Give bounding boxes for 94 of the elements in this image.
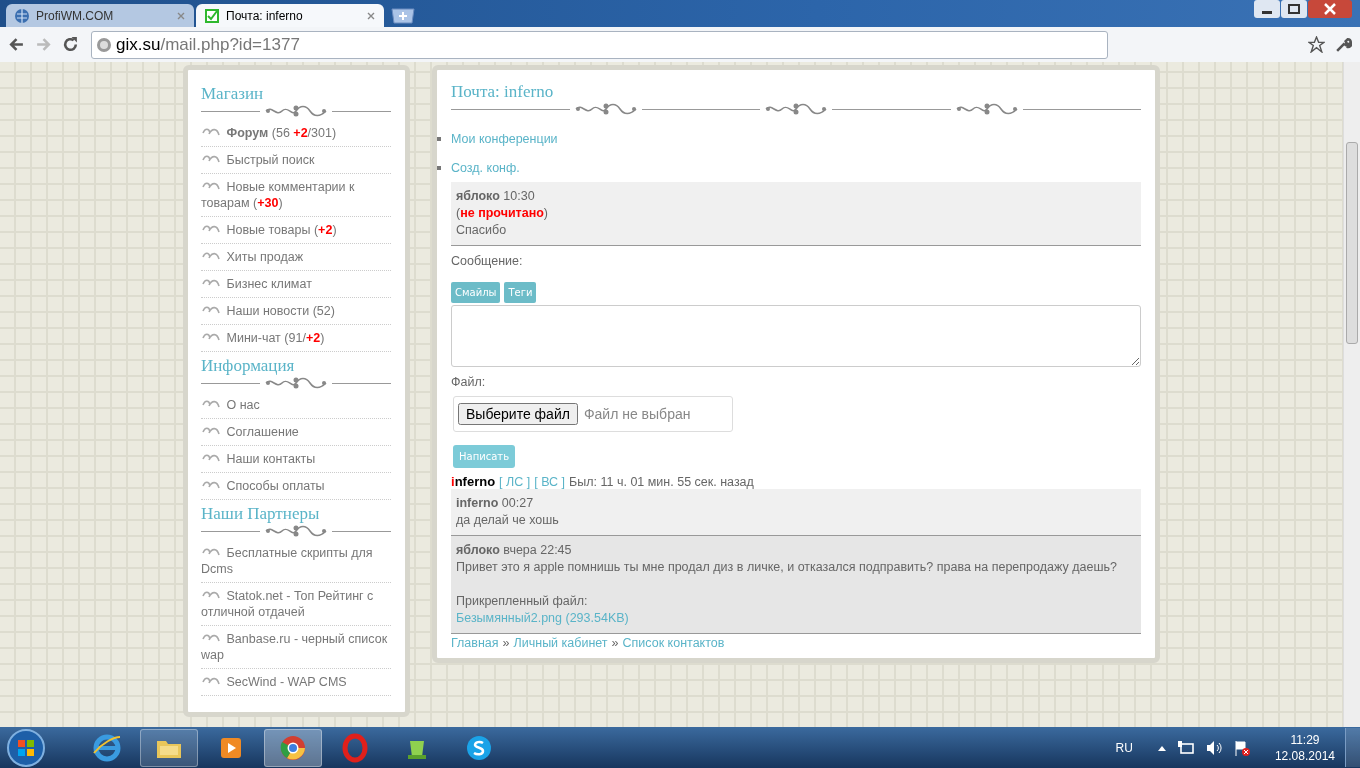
flourish-icon	[573, 102, 638, 116]
sidebar-link[interactable]: Быстрый поиск	[201, 152, 391, 168]
flourish-icon	[264, 524, 328, 538]
file-picker[interactable]: Выберите файл Файл не выбран	[453, 396, 733, 432]
file-status: Файл не выбран	[583, 406, 691, 422]
letter-o-icon	[340, 732, 370, 763]
message-header: яблоко 10:30	[456, 188, 535, 205]
reload-icon[interactable]	[62, 36, 79, 53]
page-title: Почта: inferno	[451, 82, 555, 102]
swirl-icon	[201, 480, 221, 490]
section-heading: Информация	[201, 356, 296, 376]
new-tab-button[interactable]	[390, 8, 416, 24]
message-text: Спасибо	[456, 222, 507, 239]
swirl-icon	[201, 547, 221, 557]
address-bar[interactable]: gix.su/mail.php?id=1377	[91, 30, 1108, 59]
sidebar-link[interactable]: Наши контакты	[201, 451, 391, 467]
sidebar-link[interactable]: Соглашение	[201, 424, 391, 440]
letter-e-icon	[92, 732, 122, 763]
last-seen-text: Был: 11 ч. 01 мин. 55 сек. назад	[569, 475, 754, 489]
network-icon[interactable]	[1176, 739, 1195, 756]
speaker-icon[interactable]	[1204, 739, 1223, 756]
message-header: inferno 00:27	[456, 495, 534, 512]
sidebar-link[interactable]: SecWind - WAP CMS	[201, 674, 391, 690]
breadcrumb-link[interactable]: Личный кабинет	[513, 636, 608, 650]
swirl-icon	[201, 590, 221, 600]
sidebar-link[interactable]: Statok.net - Топ Рейтинг с отличной отдачей	[201, 588, 391, 620]
swirl-icon	[201, 181, 221, 191]
swirl-icon	[201, 426, 221, 436]
browser-tab[interactable]: ProfiWM.COM	[6, 4, 194, 27]
sidebar-link[interactable]: Способы оплаты	[201, 478, 391, 494]
globe-icon	[96, 36, 112, 53]
breadcrumb-separator: »	[502, 636, 510, 650]
sidebar-link[interactable]: Мини-чат (91/+2)	[201, 330, 391, 346]
wrench-icon[interactable]	[1335, 36, 1352, 53]
message-input[interactable]	[451, 305, 1141, 367]
taskbar-button[interactable]	[140, 728, 198, 767]
section-heading: Наши Партнеры	[201, 504, 321, 524]
close-icon[interactable]	[1308, 0, 1352, 18]
menu-link[interactable]: Созд. конф.	[451, 160, 520, 175]
swirl-icon	[201, 399, 221, 409]
swirl-icon	[201, 332, 221, 342]
language-indicator[interactable]: RU	[1115, 740, 1133, 755]
sidebar-link[interactable]: Форум (56 +2/301)	[201, 125, 391, 141]
swirl-icon	[201, 251, 221, 261]
contact-name: inferno	[451, 474, 496, 489]
swirl-icon	[201, 154, 221, 164]
sidebar-link[interactable]: О нас	[201, 397, 391, 413]
star-icon[interactable]	[1308, 36, 1325, 53]
flourish-icon	[264, 104, 328, 118]
section-heading: Магазин	[201, 84, 265, 104]
back-arrow-icon[interactable]	[8, 36, 25, 53]
message-text: да делай че хошь	[456, 512, 559, 529]
sidebar-link[interactable]: Banbase.ru - черный список wap	[201, 631, 391, 663]
sidebar-link[interactable]: Новые товары (+2)	[201, 222, 391, 238]
message-header: яблоко вчера 22:45	[456, 542, 572, 559]
close-icon[interactable]	[366, 10, 376, 21]
contact-link[interactable]: [ ЛС ]	[499, 475, 531, 489]
scrollbar[interactable]	[1343, 62, 1360, 727]
sidebar-link[interactable]: Хиты продаж	[201, 249, 391, 265]
swirl-icon	[201, 633, 221, 643]
sidebar-link[interactable]: Новые комментарии к товарам (+30)	[201, 179, 391, 211]
field-label: Сообщение:	[451, 254, 524, 268]
sidebar-link[interactable]: Бесплатные скрипты для Dcms	[201, 545, 391, 577]
flourish-icon	[954, 102, 1019, 116]
clock-date[interactable]: 12.08.2014	[1274, 747, 1335, 764]
flag-icon[interactable]	[1232, 739, 1251, 756]
swirl-icon	[201, 453, 221, 463]
swirl-icon	[201, 676, 221, 686]
field-label: Файл:	[451, 375, 487, 389]
swirl-icon	[201, 305, 221, 315]
checkmark-icon	[204, 7, 220, 24]
clock-time[interactable]: 11:29	[1290, 731, 1320, 748]
message-text: Привет это я apple помнишь ты мне продал диз в личке, и отказался подправить? права на перепродажу даешь?	[456, 559, 1117, 576]
sidebar-link[interactable]: Наши новости (52)	[201, 303, 391, 319]
globe-icon	[14, 7, 30, 24]
breadcrumb-link[interactable]: Список контактов	[622, 636, 725, 650]
swirl-icon	[201, 127, 221, 137]
choose-file-button[interactable]: Выберите файл	[458, 403, 578, 425]
breadcrumb-separator: »	[611, 636, 619, 650]
start-button[interactable]	[6, 727, 46, 768]
menu-link[interactable]: Мои конференции	[451, 131, 558, 146]
sidebar-link[interactable]: Бизнес климат	[201, 276, 391, 292]
unread-status: (не прочитано)	[456, 205, 549, 222]
attachment-label: Прикрепленный файл:	[456, 593, 588, 610]
minimize-icon[interactable]	[1254, 0, 1280, 18]
show-desktop-button[interactable]	[1345, 728, 1360, 767]
flourish-icon	[764, 102, 828, 116]
swirl-icon	[201, 278, 221, 288]
breadcrumb-link[interactable]: Главная	[451, 636, 499, 650]
maximize-icon[interactable]	[1281, 0, 1307, 18]
swirl-icon	[201, 224, 221, 234]
flourish-icon	[264, 376, 328, 390]
browser-tab[interactable]: Почта: inferno	[196, 4, 384, 27]
contact-link[interactable]: [ ВС ]	[534, 475, 566, 489]
